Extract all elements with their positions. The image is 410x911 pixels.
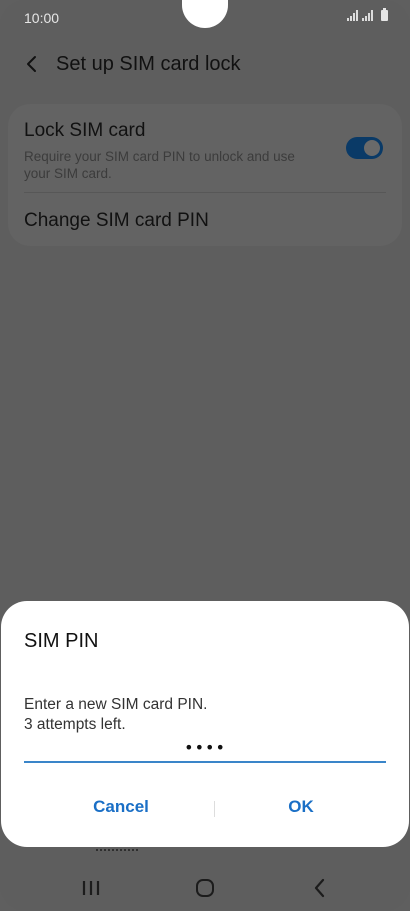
- sim-pin-dialog: SIM PIN Enter a new SIM card PIN. 3 atte…: [1, 601, 409, 847]
- toggle-knob: [362, 138, 382, 158]
- cell-signal-icon: [362, 10, 373, 21]
- recents-icon[interactable]: [76, 876, 106, 900]
- change-sim-pin-row[interactable]: Change SIM card PIN: [24, 210, 209, 232]
- pin-input[interactable]: [24, 733, 386, 763]
- camera-notch: [182, 0, 228, 28]
- back-icon[interactable]: [305, 876, 335, 900]
- lock-sim-toggle[interactable]: [346, 137, 383, 159]
- cancel-button[interactable]: Cancel: [41, 797, 201, 821]
- navigation-bar: [0, 862, 410, 911]
- screen: 10:00 Set up SIM card lock Lock SIM card…: [0, 0, 410, 911]
- button-separator: [214, 801, 215, 817]
- dialog-message: Enter a new SIM card PIN. 3 attempts lef…: [24, 695, 208, 735]
- home-icon[interactable]: [190, 876, 220, 900]
- status-icons: [347, 8, 388, 21]
- battery-icon: [381, 8, 388, 21]
- wifi-signal-icon: [347, 10, 358, 21]
- lock-sim-row[interactable]: Lock SIM card Require your SIM card PIN …: [24, 120, 324, 182]
- settings-card: Lock SIM card Require your SIM card PIN …: [8, 104, 402, 246]
- ok-button[interactable]: OK: [221, 797, 381, 821]
- app-header: Set up SIM card lock: [0, 44, 410, 84]
- status-time: 10:00: [24, 10, 60, 26]
- status-bar: 10:00: [0, 0, 410, 36]
- page-title: Set up SIM card lock: [56, 53, 241, 75]
- keyboard-handle: [96, 849, 138, 851]
- dialog-message-line1: Enter a new SIM card PIN.: [24, 696, 208, 713]
- dialog-message-line2: 3 attempts left.: [24, 716, 126, 733]
- divider: [24, 192, 386, 193]
- lock-sim-subtitle: Require your SIM card PIN to unlock and …: [24, 149, 295, 181]
- back-arrow-icon[interactable]: [18, 50, 46, 78]
- dialog-title: SIM PIN: [24, 630, 99, 652]
- lock-sim-title: Lock SIM card: [24, 120, 146, 141]
